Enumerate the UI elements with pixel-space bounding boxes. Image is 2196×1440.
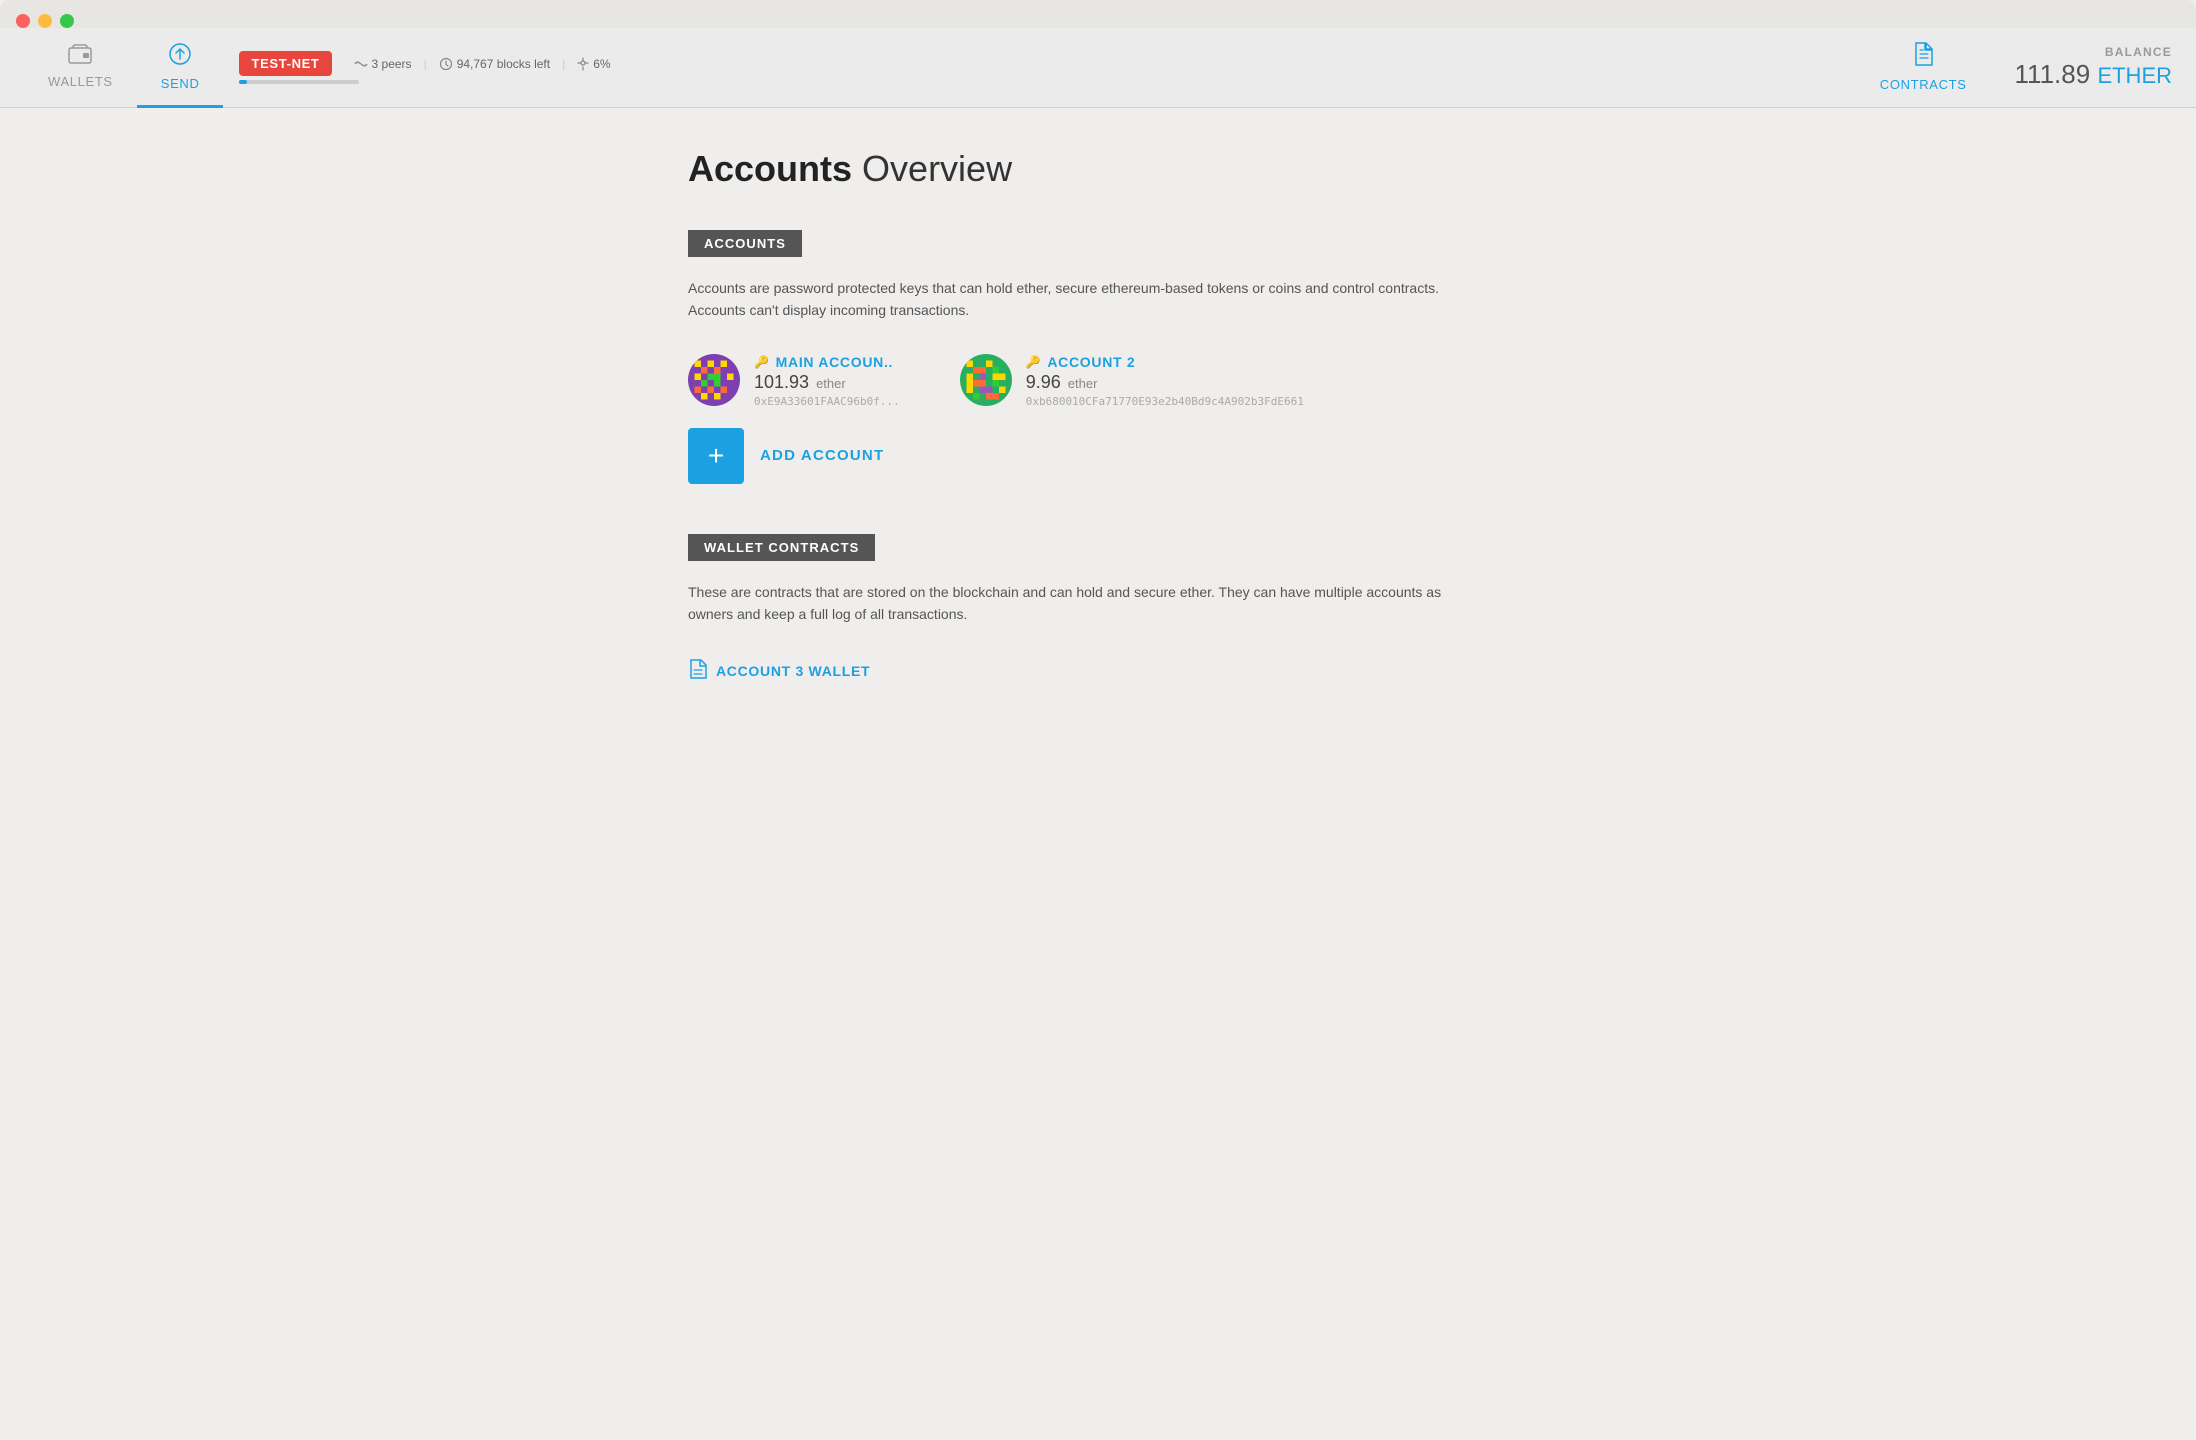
wallet-contracts-section: WALLET CONTRACTS These are contracts tha… xyxy=(688,534,1508,685)
send-label: SEND xyxy=(161,76,200,91)
accounts-badge: ACCOUNTS xyxy=(688,230,802,257)
account-info-1: 🔑 MAIN ACCOUN.. 101.93 ether 0xE9A33601F… xyxy=(754,354,900,408)
close-button[interactable] xyxy=(16,14,30,28)
peers-count: 3 peers xyxy=(354,57,412,71)
account-name-1[interactable]: 🔑 MAIN ACCOUN.. xyxy=(754,354,900,370)
add-account-row: + ADD ACCOUNT xyxy=(688,428,1508,484)
add-account-label[interactable]: ADD ACCOUNT xyxy=(760,447,884,464)
wallets-label: WALLETS xyxy=(48,74,113,89)
wallet-account-name: ACCOUNT 3 WALLET xyxy=(716,663,870,679)
topbar: WALLETS SEND TEST-NET 3 peers | 94,767 xyxy=(0,28,2196,108)
avatar-1 xyxy=(688,354,740,406)
wallet-file-icon xyxy=(688,658,708,685)
balance-amount: 111.89 ETHER xyxy=(2015,59,2172,90)
nav-contracts[interactable]: CONTRACTS xyxy=(1856,28,1991,108)
nav-send[interactable]: SEND xyxy=(137,28,224,108)
wallets-icon xyxy=(68,44,92,70)
account-info-2: 🔑 ACCOUNT 2 9.96 ether 0xb680010CFa71770… xyxy=(1026,354,1304,408)
key-icon-1: 🔑 xyxy=(754,355,770,369)
accounts-section: ACCOUNTS Accounts are password protected… xyxy=(688,230,1508,484)
window-chrome xyxy=(0,0,2196,28)
account-card-2[interactable]: 🔑 ACCOUNT 2 9.96 ether 0xb680010CFa71770… xyxy=(960,354,1304,408)
contracts-icon xyxy=(1910,41,1936,73)
wallet-contracts-badge: WALLET CONTRACTS xyxy=(688,534,875,561)
account-address-2: 0xb680010CFa71770E93e2b40Bd9c4A902b3FdE6… xyxy=(1026,395,1304,408)
network-status: TEST-NET 3 peers | 94,767 blocks left | … xyxy=(239,51,610,84)
wallet-preview-row[interactable]: ACCOUNT 3 WALLET xyxy=(688,658,1508,685)
maximize-button[interactable] xyxy=(60,14,74,28)
sync-percent: 6% xyxy=(577,57,610,71)
balance-label: BALANCE xyxy=(2015,45,2172,59)
network-info: 3 peers | 94,767 blocks left | 6% xyxy=(354,57,611,71)
testnet-badge: TEST-NET xyxy=(239,51,331,76)
account-balance-2: 9.96 ether xyxy=(1026,372,1304,393)
nav-wallets[interactable]: WALLETS xyxy=(24,28,137,108)
add-account-button[interactable]: + xyxy=(688,428,744,484)
page-title: Accounts Overview xyxy=(688,148,1508,190)
sync-bar-container xyxy=(239,80,359,84)
wallet-contracts-description: These are contracts that are stored on t… xyxy=(688,581,1468,626)
account-name-2[interactable]: 🔑 ACCOUNT 2 xyxy=(1026,354,1304,370)
blocks-left: 94,767 blocks left xyxy=(439,57,550,71)
account-card-1[interactable]: 🔑 MAIN ACCOUN.. 101.93 ether 0xE9A33601F… xyxy=(688,354,900,408)
account-address-1: 0xE9A33601FAAC96b0f... xyxy=(754,395,900,408)
balance-block: BALANCE 111.89 ETHER xyxy=(2015,45,2172,90)
accounts-description: Accounts are password protected keys tha… xyxy=(688,277,1468,322)
contracts-label: CONTRACTS xyxy=(1880,77,1967,92)
send-icon xyxy=(168,42,192,72)
main-content: Accounts Overview ACCOUNTS Accounts are … xyxy=(648,108,1548,725)
key-icon-2: 🔑 xyxy=(1026,355,1042,369)
minimize-button[interactable] xyxy=(38,14,52,28)
avatar-2 xyxy=(960,354,1012,406)
accounts-row: 🔑 MAIN ACCOUN.. 101.93 ether 0xE9A33601F… xyxy=(688,354,1508,408)
sync-bar-fill xyxy=(239,80,246,84)
account-balance-1: 101.93 ether xyxy=(754,372,900,393)
